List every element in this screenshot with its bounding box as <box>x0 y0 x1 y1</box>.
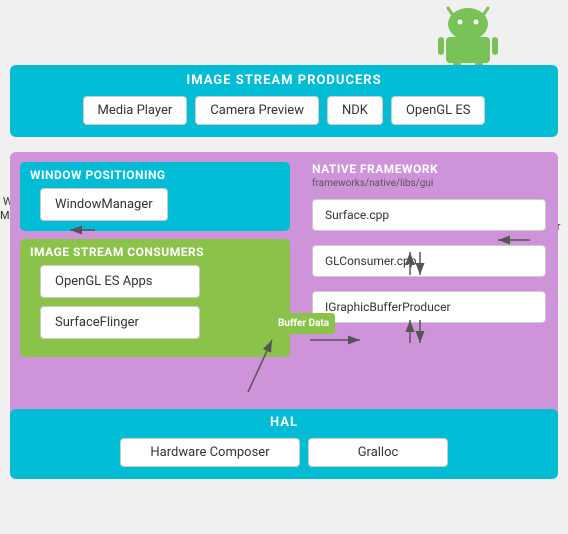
hal-gralloc: Gralloc <box>308 438 448 467</box>
nf-glconsumer-cpp: GLConsumer.cpp <box>312 245 546 277</box>
hal-title: HAL <box>20 415 548 430</box>
wp-section: WINDOW POSITIONING WindowManager <box>20 162 290 231</box>
hal-boxes: Hardware Composer Gralloc <box>20 438 548 467</box>
hal-hardware-composer: Hardware Composer <box>120 438 300 467</box>
buffer-data-badge: Buffer Data <box>272 313 335 334</box>
right-outer-area: NATIVE FRAMEWORK frameworks/native/libs/… <box>300 152 558 439</box>
isp-boxes: Media Player Camera Preview NDK OpenGL E… <box>20 96 548 125</box>
hal-section: HAL Hardware Composer Gralloc <box>10 409 558 479</box>
nf-section: NATIVE FRAMEWORK frameworks/native/libs/… <box>300 152 558 439</box>
isc-opengl-apps: OpenGL ES Apps <box>40 265 200 298</box>
isp-section: IMAGE STREAM PRODUCERS Media Player Came… <box>10 65 558 137</box>
isc-surface-flinger: SurfaceFlinger <box>40 306 200 339</box>
wp-title: WINDOW POSITIONING <box>30 168 280 182</box>
nf-subtitle: frameworks/native/libs/gui <box>312 178 546 189</box>
nf-surface-cpp: Surface.cpp <box>312 199 546 231</box>
window-manager-box: WindowManager <box>40 188 168 221</box>
android-robot <box>438 2 508 72</box>
left-area: WINDOW POSITIONING WindowManager IMAGE S… <box>10 152 300 439</box>
diagram: IMAGE STREAM PRODUCERS Media Player Came… <box>0 0 568 534</box>
isc-section: IMAGE STREAM CONSUMERS OpenGL ES Apps Su… <box>20 239 290 357</box>
nf-igraphic-buffer: IGraphicBufferProducer <box>312 291 546 323</box>
isp-opengl-es: OpenGL ES <box>391 96 486 125</box>
isc-title: IMAGE STREAM CONSUMERS <box>30 245 280 259</box>
isp-title: IMAGE STREAM PRODUCERS <box>20 73 548 88</box>
isp-media-player: Media Player <box>83 96 188 125</box>
nf-title: NATIVE FRAMEWORK <box>312 162 546 176</box>
isp-camera-preview: Camera Preview <box>195 96 319 125</box>
isp-ndk: NDK <box>327 96 383 125</box>
